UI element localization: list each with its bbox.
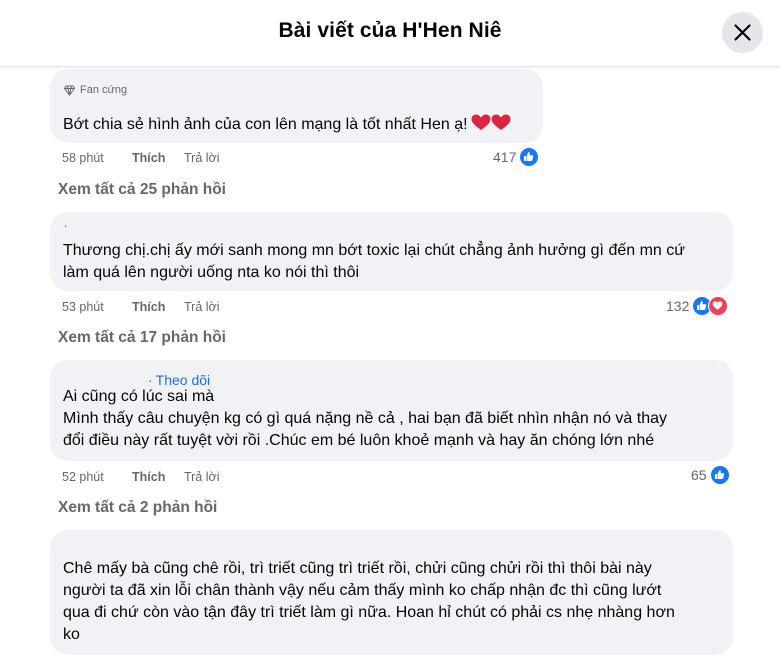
like-reaction-icon [709, 465, 730, 485]
heart-emoji [471, 114, 511, 139]
comment-text: Thương chị.chị ấy mới sanh mong mn bớt t… [63, 242, 685, 281]
reaction-summary[interactable]: 417 [493, 147, 540, 167]
love-reaction-icon [708, 296, 729, 316]
comment-bubble: Fan cứng Bớt chia sẻ hình ảnh của con lê… [50, 69, 543, 143]
diamond-icon [64, 85, 75, 96]
comment-bubble: . Thương chị.chị ấy mới sanh mong mn bớt… [50, 212, 733, 291]
comment-actions: 53 phút Thích Trả lời [62, 300, 220, 314]
reply-button[interactable]: Trả lời [184, 470, 220, 484]
comment-time[interactable]: 53 phút [62, 300, 132, 314]
like-button[interactable]: Thích [132, 300, 184, 314]
like-button[interactable]: Thích [132, 151, 184, 165]
reaction-count: 417 [493, 149, 517, 165]
like-button[interactable]: Thích [132, 470, 184, 484]
reaction-count: 65 [691, 467, 707, 483]
comments-list[interactable]: Fan cứng Bớt chia sẻ hình ảnh của con lê… [0, 67, 780, 659]
reaction-summary[interactable]: 132 [666, 296, 729, 316]
comment-text: Ai cũng có lúc sai mà Mình thấy câu chuy… [63, 388, 667, 449]
close-button[interactable] [722, 12, 763, 53]
comment-text: Chê mấy bà cũng chê rồi, trì triết cũng … [63, 560, 675, 643]
like-reaction-icon [519, 147, 540, 167]
comment-actions: 58 phút Thích Trả lời [62, 151, 220, 165]
author-name[interactable]: . [64, 212, 67, 234]
view-replies-link[interactable]: Xem tất cả 2 phản hồi [58, 499, 217, 517]
comment-text: Bớt chia sẻ hình ảnh của con lên mạng là… [63, 116, 468, 133]
dialog-header: Bài viết của H'Hen Niê [0, 0, 780, 67]
comment-time[interactable]: 58 phút [62, 151, 132, 165]
reaction-count: 132 [666, 298, 690, 314]
reply-button[interactable]: Trả lời [184, 300, 220, 314]
comment-bubble: Chê mấy bà cũng chê rồi, trì triết cũng … [50, 530, 733, 655]
view-replies-link[interactable]: Xem tất cả 25 phản hồi [58, 181, 226, 199]
comment-bubble: · Theo dõi Ai cũng có lúc sai mà Mình thấ… [50, 360, 733, 461]
fan-badge: Fan cứng [64, 79, 127, 101]
dialog-title: Bài viết của H'Hen Niê [278, 19, 502, 42]
reply-button[interactable]: Trả lời [184, 151, 220, 165]
reaction-summary[interactable]: 65 [691, 465, 730, 485]
close-icon [734, 24, 751, 41]
comment-actions: 52 phút Thích Trả lời [62, 470, 220, 484]
badge-label: Fan cứng [80, 84, 128, 96]
comment-time[interactable]: 52 phút [62, 470, 132, 484]
view-replies-link[interactable]: Xem tất cả 17 phản hồi [58, 329, 226, 347]
